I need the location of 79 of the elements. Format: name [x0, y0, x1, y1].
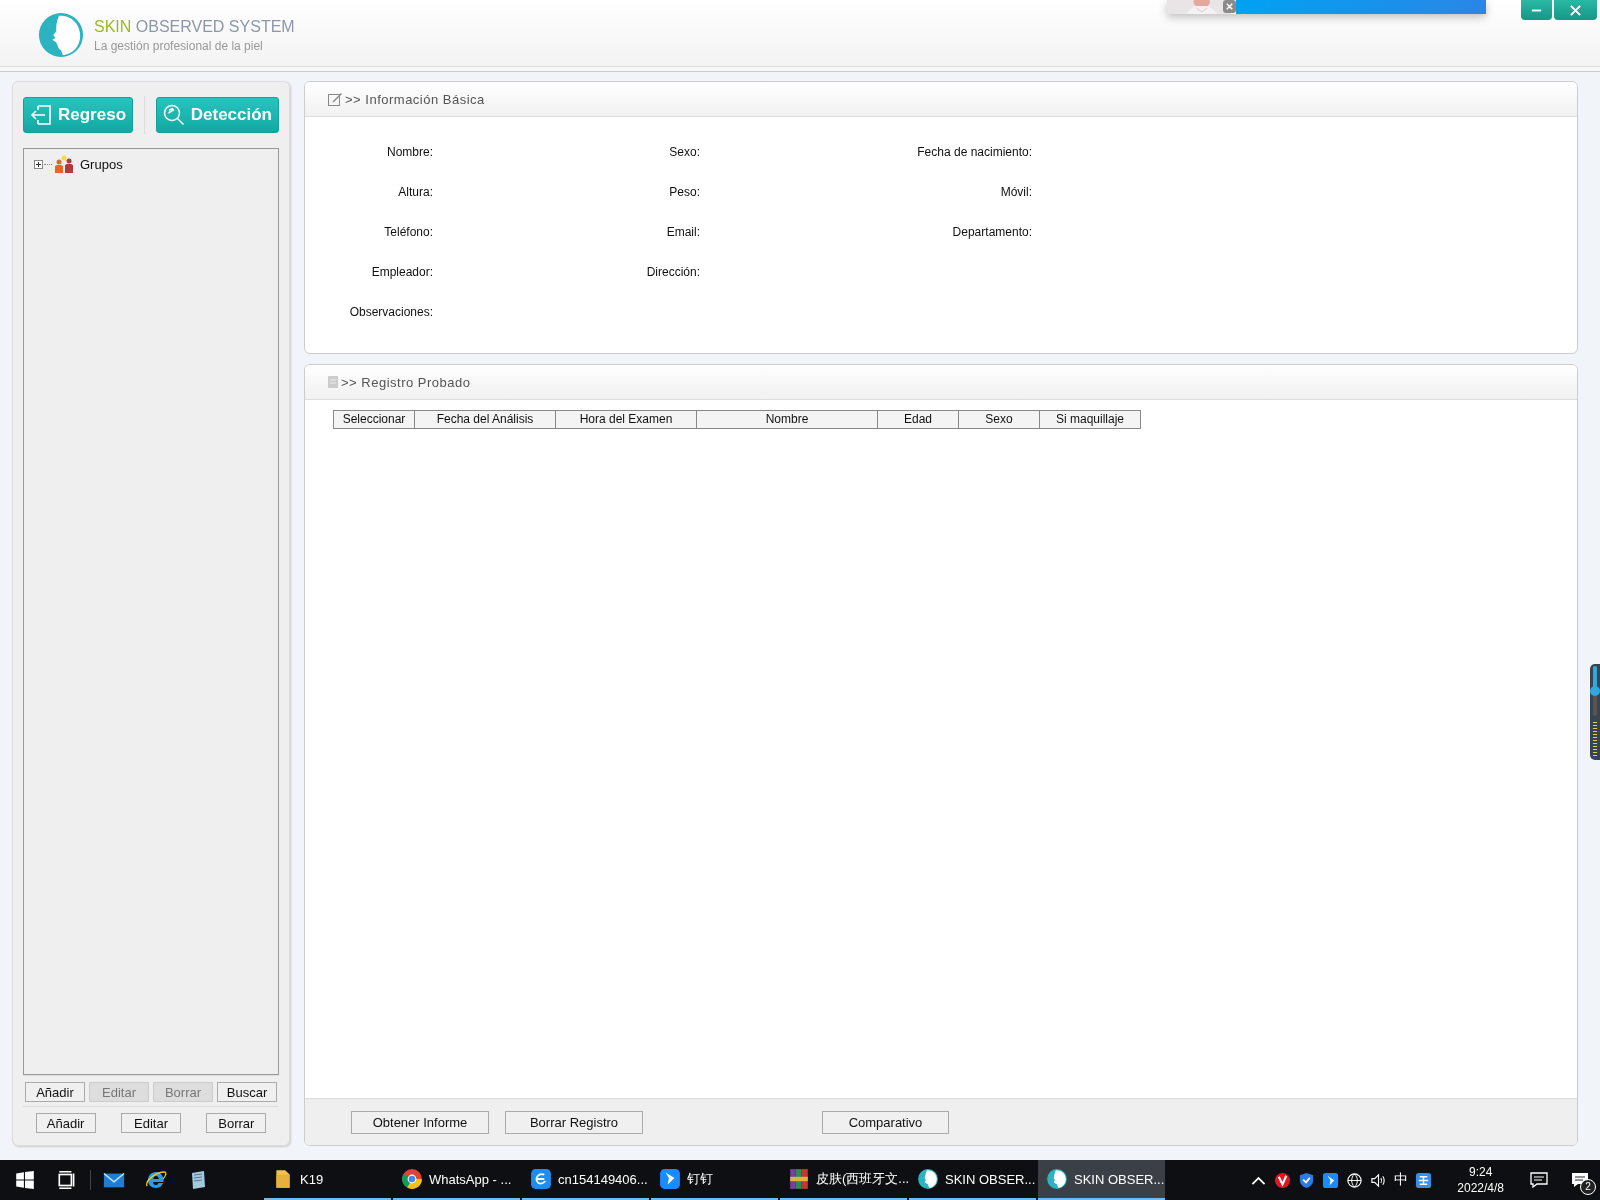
close-icon — [1569, 3, 1582, 17]
field-label: Observaciones: — [348, 305, 433, 321]
column-header[interactable]: Seleccionar — [334, 411, 414, 428]
toolbar-button[interactable]: Añadir — [35, 1113, 96, 1133]
field-label: Fecha de nacimiento: — [916, 145, 1032, 161]
magnifier-icon — [162, 104, 185, 126]
taskbar-app[interactable]: 钉钉 — [651, 1160, 778, 1200]
taskbar-app[interactable]: 皮肤(西班牙文... — [780, 1160, 907, 1200]
clock-time: 9:24 — [1468, 1164, 1493, 1180]
volume-slider[interactable] — [1590, 664, 1600, 760]
globe-icon[interactable] — [1346, 1171, 1364, 1189]
tree-item[interactable]: Grupos — [80, 156, 123, 172]
field-label: Móvil: — [999, 185, 1032, 201]
column-header[interactable]: Nombre — [696, 411, 877, 428]
toolbar-button[interactable]: Borrar — [206, 1113, 267, 1133]
field-label: Sexo: — [668, 145, 700, 161]
people-group-icon — [53, 155, 75, 173]
column-header[interactable]: Hora del Examen — [555, 411, 696, 428]
app-tagline: La gestión profesional de la piel — [94, 38, 264, 53]
taskbar-app[interactable]: K19 — [264, 1160, 391, 1200]
browser-e-icon[interactable] — [145, 1169, 167, 1191]
keyboard-app-icon[interactable] — [1415, 1171, 1433, 1189]
app-title: SKIN OBSERVED SYSTEM — [94, 17, 295, 36]
toolbar-button[interactable]: Buscar — [217, 1082, 277, 1102]
app-label: SKIN OBSER... — [945, 1171, 1036, 1187]
field-label: Dirección: — [645, 265, 700, 281]
column-header[interactable]: Si maquillaje — [1039, 411, 1140, 428]
chrome-like-icon — [401, 1168, 423, 1190]
column-header[interactable]: Fecha del Análisis — [414, 411, 555, 428]
e-logo-icon — [530, 1168, 552, 1190]
field-label: Teléfono: — [383, 225, 433, 241]
face-logo-icon — [917, 1168, 939, 1190]
clock-date: 2022/4/8 — [1457, 1180, 1504, 1196]
slider-thumb[interactable] — [1590, 686, 1600, 696]
message-icon[interactable] — [1529, 1171, 1549, 1189]
exit-arrow-icon — [30, 104, 52, 126]
arrow-logo-icon — [659, 1168, 681, 1190]
action-button[interactable]: Comparativo — [822, 1110, 949, 1134]
field-label: Nombre: — [386, 145, 433, 161]
books-icon — [788, 1168, 810, 1190]
document-icon — [327, 375, 339, 389]
close-button[interactable] — [1554, 0, 1597, 20]
toolbar-button[interactable]: Editar — [121, 1113, 181, 1133]
action-button[interactable]: Obtener Informe — [351, 1110, 489, 1134]
notification-count-badge: 2 — [1580, 1179, 1596, 1195]
app-label: K19 — [300, 1171, 324, 1187]
close-icon[interactable] — [1223, 0, 1236, 13]
field-label: Peso: — [668, 185, 700, 201]
taskbar-app[interactable]: SKIN OBSER... — [909, 1160, 1036, 1200]
windows-start-icon[interactable] — [14, 1169, 36, 1191]
app-label: cn154149406... — [558, 1171, 648, 1187]
toolbar-button[interactable]: Añadir — [25, 1082, 85, 1102]
level-meter — [1593, 722, 1597, 758]
panel-title: >> Información Básica — [345, 91, 485, 107]
action-button[interactable]: Borrar Registro — [505, 1110, 643, 1134]
app-label: 钉钉 — [687, 1170, 713, 1188]
field-label: Altura: — [397, 185, 433, 201]
field-label: Empleador: — [370, 265, 433, 281]
field-label: Departamento: — [951, 225, 1032, 241]
face-logo-icon — [1046, 1168, 1068, 1190]
edit-icon — [327, 91, 343, 107]
speaker-icon[interactable] — [1370, 1171, 1388, 1189]
panel-title: >> Registro Probado — [341, 374, 471, 390]
taskbar-app[interactable]: cn154149406... — [522, 1160, 649, 1200]
field-label: Email: — [665, 225, 700, 241]
app-label: 皮肤(西班牙文... — [816, 1170, 910, 1188]
app-label: WhatsApp - ... — [429, 1171, 512, 1187]
v-logo-icon[interactable] — [1274, 1171, 1292, 1189]
taskbar-app[interactable]: WhatsApp - ... — [393, 1160, 520, 1200]
face-logo-icon — [38, 12, 84, 58]
shield-icon[interactable] — [1298, 1171, 1316, 1189]
arrow-logo-icon[interactable] — [1322, 1171, 1340, 1189]
column-header[interactable]: Sexo — [958, 411, 1039, 428]
input-method-indicator[interactable]: 中 — [1394, 1171, 1409, 1189]
app-label: SKIN OBSER... — [1074, 1171, 1165, 1187]
expand-toggle[interactable] — [34, 159, 43, 169]
column-header[interactable]: Edad — [877, 411, 958, 428]
clock[interactable]: 9:24 2022/4/8 — [1457, 1164, 1504, 1196]
taskbar-app[interactable]: SKIN OBSER... — [1038, 1160, 1165, 1200]
